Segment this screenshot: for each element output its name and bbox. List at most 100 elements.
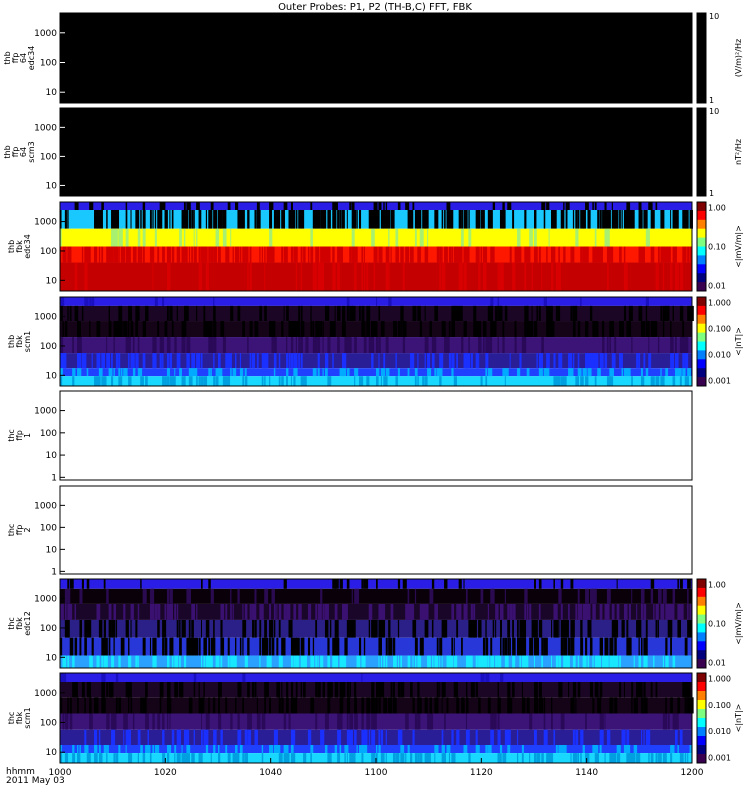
spectrogram-stripe [101, 673, 106, 682]
spectrogram-stripe [166, 337, 171, 354]
spectrogram-stripe [208, 368, 211, 377]
colorbar-segment [697, 691, 706, 701]
spectrogram-stripe [135, 353, 139, 369]
spectrogram-stripe [529, 246, 531, 263]
spectrogram-stripe [307, 603, 312, 620]
spectrogram-stripe [300, 262, 303, 291]
spectrogram-stripe [434, 603, 438, 620]
spectrogram-stripe [249, 321, 253, 338]
spectrogram-stripe [67, 579, 70, 589]
spectrogram-stripe [227, 353, 232, 369]
spectrogram-stripe [638, 655, 641, 668]
spectrogram-stripe [295, 262, 298, 291]
y-tick-label: 1000 [34, 501, 57, 511]
spectrogram-stripe [218, 753, 221, 763]
spectrogram-stripe [295, 337, 297, 354]
spectrogram-stripe [414, 376, 417, 386]
spectrogram-stripe [521, 753, 524, 763]
colorbar-tick-label: 0.100 [708, 701, 731, 710]
spectrogram-stripe [62, 713, 65, 730]
spectrogram-stripe [650, 682, 653, 698]
spectrogram-stripe [458, 210, 462, 229]
spectrogram-stripe [397, 246, 399, 263]
spectrogram-stripe [371, 682, 375, 698]
spectrogram-stripe [298, 637, 300, 656]
spectrogram-stripe [130, 619, 132, 638]
spectrogram-stripe [103, 579, 106, 589]
spectrogram-stripe [315, 337, 318, 354]
panel-label-line: edc34 [23, 234, 32, 259]
spectrogram-stripe [339, 745, 342, 754]
spectrogram-stripe [655, 321, 657, 338]
spectrogram-stripe [271, 246, 275, 263]
spectrogram-stripe [72, 753, 76, 763]
spectrogram-stripe [572, 305, 578, 322]
spectrogram-stripe [606, 210, 611, 229]
spectrogram-stripe [383, 202, 385, 211]
spectrogram-stripe [288, 713, 291, 730]
spectrogram-stripe [407, 368, 410, 377]
spectrogram-stripe [558, 619, 560, 638]
spectrogram-stripe [378, 745, 381, 754]
spectrogram-stripe [490, 305, 493, 322]
spectrogram-stripe [242, 697, 244, 714]
spectrogram-stripe [193, 673, 197, 682]
spectrogram-stripe [575, 305, 577, 322]
spectrogram-stripe [283, 210, 285, 229]
spectrogram-stripe [298, 337, 301, 354]
colorbar-segment [697, 323, 706, 334]
spectrogram-stripe [592, 655, 594, 668]
spectrogram-stripe [188, 745, 190, 754]
spectrogram-stripe [376, 368, 380, 377]
spectrogram-stripe [582, 368, 587, 377]
colorbar-segment [697, 754, 706, 764]
spectrogram-stripe [509, 637, 511, 656]
spectrogram-stripe [551, 697, 553, 714]
spectrogram-stripe [672, 210, 676, 229]
spectrogram-stripe [72, 368, 76, 377]
spectrogram-stripe [198, 262, 203, 291]
spectrogram-stripe [152, 637, 157, 656]
spectrogram-stripe [191, 353, 196, 369]
spectrogram-stripe [264, 246, 266, 263]
spectrogram-stripe [324, 713, 329, 730]
spectrogram-stripe [499, 637, 502, 656]
spectrogram-stripe [159, 337, 164, 354]
spectrogram-stripe [376, 682, 379, 698]
spectrogram-stripe [152, 262, 154, 291]
spectrogram-stripe [337, 337, 340, 354]
spectrogram-stripe [179, 619, 181, 638]
spectrogram-stripe [599, 745, 602, 754]
spectrogram-stripe [633, 753, 636, 763]
spectrogram-stripe [103, 697, 106, 714]
spectrogram-stripe [157, 745, 160, 754]
spectrogram-stripe [363, 579, 369, 589]
spectrogram-stripe [427, 603, 429, 620]
spectrogram-stripe [456, 697, 460, 714]
spectrogram-stripe [385, 729, 387, 745]
spectrogram-stripe [405, 202, 410, 211]
spectrogram-stripe [145, 305, 149, 322]
spectrogram-stripe [349, 202, 352, 211]
spectrogram-stripe [60, 297, 65, 306]
spectrogram-stripe [96, 697, 99, 714]
spectrogram-stripe [232, 246, 234, 263]
spectrogram-stripe [346, 210, 348, 229]
spectrogram-stripe [166, 262, 171, 291]
spectrogram-stripe [529, 637, 534, 656]
spectrogram-stripe [594, 588, 597, 604]
spectrogram-stripe [108, 619, 112, 638]
spectrogram-stripe [337, 682, 339, 698]
spectrogram-stripe [592, 697, 595, 714]
spectrogram-stripe [383, 376, 388, 386]
spectrogram-stripe [568, 682, 570, 698]
y-tick-label: 1 [51, 473, 57, 483]
spectrogram-stripe [592, 202, 594, 211]
spectrogram-stripe [670, 637, 672, 656]
spectrogram-stripe [407, 655, 411, 668]
spectrogram-stripe [213, 297, 215, 306]
spectrogram-stripe [111, 353, 113, 369]
spectrogram-stripe [264, 305, 267, 322]
spectrogram-stripe [572, 210, 575, 229]
spectrogram-stripe [405, 246, 410, 263]
